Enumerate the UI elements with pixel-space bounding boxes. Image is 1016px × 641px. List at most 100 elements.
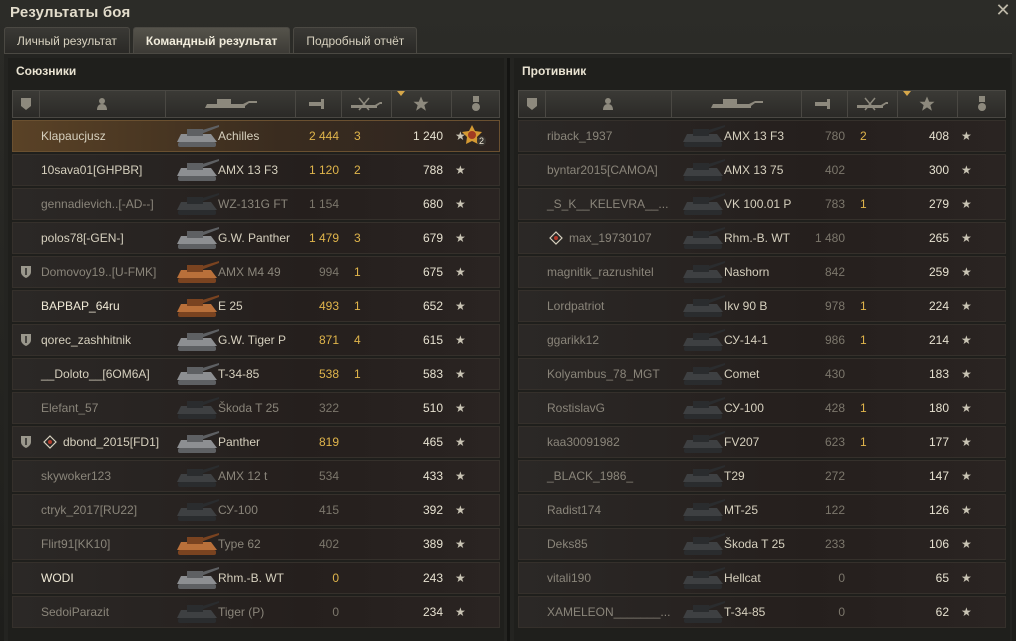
- achievement-diamond-icon: [43, 435, 57, 449]
- player-name: __Doloto__[6OM6A]: [41, 367, 150, 381]
- allies-player-row[interactable]: Klapaucjusz Achilles 2 444 3 1 240 ★ 2: [12, 120, 500, 152]
- star-icon: ★: [455, 435, 466, 449]
- experience-value: 279: [928, 197, 949, 211]
- allies-kills-column-icon[interactable]: [341, 91, 392, 117]
- player-name: WODI: [41, 571, 74, 585]
- enemies-player-row[interactable]: vitali190 Hellcat 0 65 ★: [518, 562, 1006, 594]
- allies-player-row[interactable]: Elefant_57 Škoda T 25 322 510 ★: [12, 392, 500, 424]
- player-name: XAMELEON_______...: [547, 605, 671, 619]
- tank-name: MT-25: [724, 503, 759, 517]
- allies-player-row[interactable]: SedoiParazit Tiger (P) 0 234 ★: [12, 596, 500, 628]
- player-name: gennadievich..[-AD--]: [41, 197, 154, 211]
- allies-player-row[interactable]: dbond_2015[FD1] Panther 819 465 ★: [12, 426, 500, 458]
- medal-icon[interactable]: 2: [460, 124, 486, 148]
- allies-player-row[interactable]: ctryk_2017[RU22] СУ-100 415 392 ★: [12, 494, 500, 526]
- tank-name: AMX 13 75: [724, 163, 784, 177]
- enemies-player-row[interactable]: _S_K__KELEVRA__... VK 100.01 P 783 1 279 ★: [518, 188, 1006, 220]
- enemies-player-row[interactable]: ggarikk12 СУ-14-1 986 1 214 ★: [518, 324, 1006, 356]
- damage-value: 1 154: [308, 197, 339, 211]
- enemies-player-row[interactable]: Deks85 Škoda T 25 233 106 ★: [518, 528, 1006, 560]
- tank-icon: [679, 496, 727, 524]
- enemies-player-row[interactable]: RostislavG СУ-100 428 1 180 ★: [518, 392, 1006, 424]
- tank-icon: [173, 292, 221, 320]
- allies-player-row[interactable]: __Doloto__[6OM6A] T-34-85 538 1 583 ★: [12, 358, 500, 390]
- allies-player-row[interactable]: polos78[-GEN-] G.W. Panther 1 479 3 679 ★: [12, 222, 500, 254]
- allies-player-row[interactable]: Flirt91[KK10] Type 62 402 389 ★: [12, 528, 500, 560]
- enemies-squad-column-icon[interactable]: [519, 91, 546, 117]
- kills-value: 1: [354, 265, 361, 279]
- tank-icon: [173, 428, 221, 456]
- experience-value: 652: [422, 299, 443, 313]
- allies-player-row[interactable]: gennadievich..[-AD--] WZ-131G FT 1 154 680 ★: [12, 188, 500, 220]
- enemies-player-row[interactable]: XAMELEON_______... T-34-85 0 62 ★: [518, 596, 1006, 628]
- enemies-sort-arrow-icon: [903, 91, 911, 96]
- tank-icon: [173, 156, 221, 184]
- allies-squad-column-icon[interactable]: [13, 91, 40, 117]
- tab-team-result[interactable]: Командный результат: [132, 27, 291, 53]
- tank-icon: [173, 496, 221, 524]
- enemies-medals-column-icon[interactable]: [957, 91, 1007, 117]
- enemies-player-row[interactable]: magnitik_razrushitel Nashorn 842 259 ★: [518, 256, 1006, 288]
- tank-icon: [679, 326, 727, 354]
- star-icon: ★: [961, 231, 972, 245]
- enemies-player-row[interactable]: riback_1937 AMX 13 F3 780 2 408 ★: [518, 120, 1006, 152]
- allies-xp-column-icon[interactable]: [391, 91, 452, 117]
- enemies-player-row[interactable]: Kolyambus_78_MGT Comet 430 183 ★: [518, 358, 1006, 390]
- player-name: Radist174: [547, 503, 602, 517]
- allies-player-column-icon[interactable]: [39, 91, 166, 117]
- allies-player-row[interactable]: skywoker123 AMX 12 t 534 433 ★: [12, 460, 500, 492]
- damage-value: 0: [332, 605, 339, 619]
- allies-damage-column-icon[interactable]: [295, 91, 342, 117]
- star-icon: ★: [455, 333, 466, 347]
- tank-name: Tiger (P): [218, 605, 265, 619]
- star-icon: ★: [961, 469, 972, 483]
- allies-player-row[interactable]: Domovoy19..[U-FMK] AMX M4 49 994 1 675 ★: [12, 256, 500, 288]
- tank-name: Hellcat: [724, 571, 761, 585]
- enemies-player-row[interactable]: max_19730107 Rhm.-B. WT 1 480 265 ★: [518, 222, 1006, 254]
- kills-value: 1: [860, 333, 867, 347]
- experience-value: 465: [422, 435, 443, 449]
- enemies-player-column-icon[interactable]: [545, 91, 672, 117]
- player-name: Klapaucjusz: [41, 129, 106, 143]
- enemies-player-row[interactable]: kaa30091982 FV207 623 1 177 ★: [518, 426, 1006, 458]
- enemies-kills-column-icon[interactable]: [847, 91, 898, 117]
- enemies-tank-column-icon[interactable]: [671, 91, 802, 117]
- tank-icon: [173, 360, 221, 388]
- allies-tank-column-icon[interactable]: [165, 91, 296, 117]
- tank-name: Škoda T 25: [724, 537, 785, 551]
- enemies-damage-column-icon[interactable]: [801, 91, 848, 117]
- allies-player-row[interactable]: WODI Rhm.-B. WT 0 243 ★: [12, 562, 500, 594]
- player-name: 10sava01[GHPBR]: [41, 163, 143, 177]
- enemies-player-row[interactable]: Lordpatriot Ikv 90 B 978 1 224 ★: [518, 290, 1006, 322]
- damage-value: 986: [824, 333, 845, 347]
- enemies-player-row[interactable]: Radist174 MT-25 122 126 ★: [518, 494, 1006, 526]
- experience-value: 389: [422, 537, 443, 551]
- star-icon: ★: [961, 197, 972, 211]
- window-title: Результаты боя: [10, 4, 131, 21]
- allies-player-row[interactable]: BAPBAP_64ru E 25 493 1 652 ★: [12, 290, 500, 322]
- allies-list: Klapaucjusz Achilles 2 444 3 1 240 ★ 2 10sava01…: [12, 120, 500, 630]
- close-icon[interactable]: ✕: [994, 0, 1012, 20]
- tab-personal-result[interactable]: Личный результат: [4, 27, 130, 53]
- experience-value: 147: [928, 469, 949, 483]
- star-icon: ★: [455, 163, 466, 177]
- battle-results-window: Результаты боя ✕ Личный результат Команд…: [0, 0, 1016, 641]
- damage-value: 978: [824, 299, 845, 313]
- tank-name: Panther: [218, 435, 261, 449]
- tab-detailed-report[interactable]: Подробный отчёт: [293, 27, 418, 53]
- star-icon: ★: [961, 537, 972, 551]
- experience-value: 265: [928, 231, 949, 245]
- damage-value: 233: [824, 537, 845, 551]
- enemies-xp-column-icon[interactable]: [897, 91, 958, 117]
- allies-medals-column-icon[interactable]: [451, 91, 501, 117]
- star-icon: ★: [455, 197, 466, 211]
- tank-name: Nashorn: [724, 265, 770, 279]
- damage-value: 493: [318, 299, 339, 313]
- enemies-table-header: [518, 90, 1006, 118]
- enemies-player-row[interactable]: _BLACK_1986_ T29 272 147 ★: [518, 460, 1006, 492]
- allies-player-row[interactable]: 10sava01[GHPBR] AMX 13 F3 1 120 2 788 ★: [12, 154, 500, 186]
- enemies-player-row[interactable]: byntar2015[CAMOA] AMX 13 75 402 300 ★: [518, 154, 1006, 186]
- tank-name: FV207: [724, 435, 760, 449]
- tank-name: T-34-85: [724, 605, 766, 619]
- allies-player-row[interactable]: qorec_zashhitnik G.W. Tiger P 871 4 615 ★: [12, 324, 500, 356]
